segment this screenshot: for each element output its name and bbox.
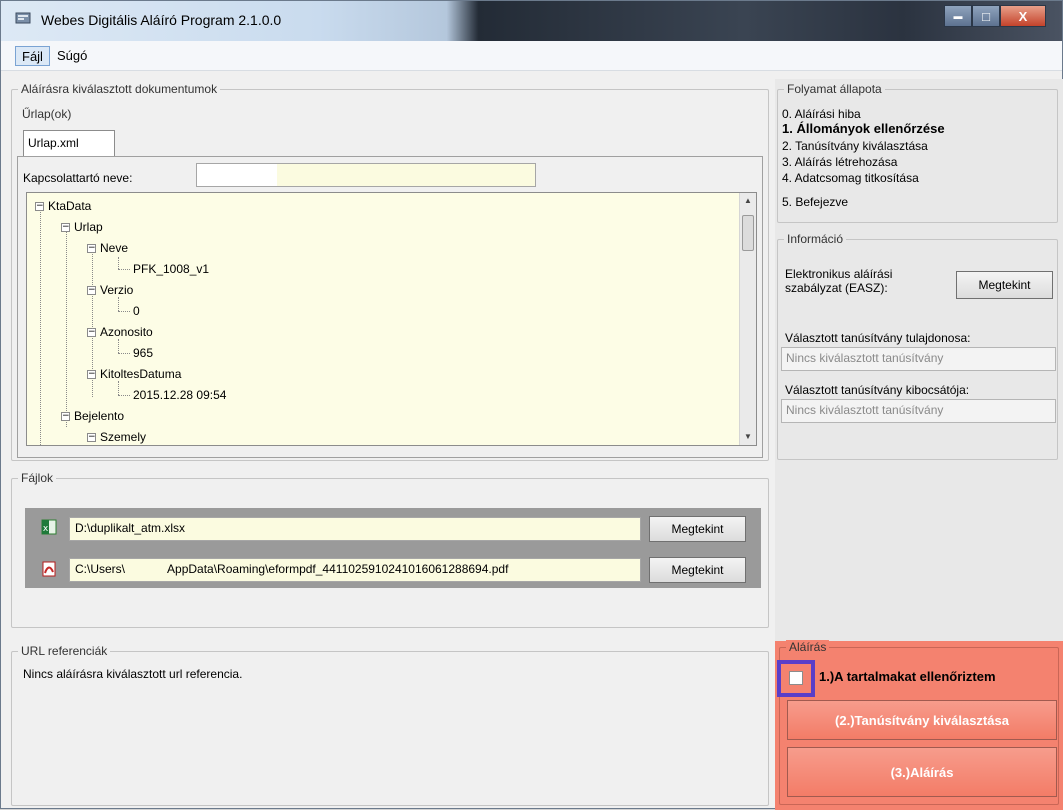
easz-label-line1: Elektronikus aláírási bbox=[785, 267, 893, 281]
excel-icon: x bbox=[41, 519, 57, 535]
file-path-field[interactable]: C:\Users\ AppData\Roaming\eformpdf_441102… bbox=[69, 558, 641, 582]
xml-tree-view[interactable]: − KtaData − Urlap − Neve PFK_1008_v1 − Verzi… bbox=[26, 192, 757, 446]
tree-leaf-verzio-value[interactable]: 0 bbox=[133, 304, 140, 318]
scroll-thumb[interactable] bbox=[742, 215, 754, 251]
sign-button[interactable]: (3.)Aláírás bbox=[787, 747, 1057, 797]
process-status-legend: Folyamat állapota bbox=[784, 82, 885, 96]
signing-legend: Aláírás bbox=[786, 640, 830, 654]
tree-node-ktadata[interactable]: − KtaData bbox=[35, 199, 91, 213]
status-step-0: 0. Aláírási hiba bbox=[782, 107, 861, 121]
tree-guide bbox=[40, 207, 41, 445]
file-path-field[interactable]: D:\duplikalt_atm.xlsx bbox=[69, 517, 641, 541]
tree-node-azonosito[interactable]: − Azonosito bbox=[87, 325, 153, 339]
status-step-3: 3. Aláírás létrehozása bbox=[782, 155, 898, 169]
cert-owner-label: Választott tanúsítvány tulajdonosa: bbox=[785, 331, 971, 345]
menu-bar: Fájl Súgó bbox=[1, 41, 1062, 71]
cert-issuer-field: Nincs kiválasztott tanúsítvány bbox=[781, 399, 1056, 423]
svg-text:x: x bbox=[43, 524, 49, 534]
minimize-button[interactable]: ▬ bbox=[944, 5, 972, 27]
content-verified-label[interactable]: 1.)A tartalmakat ellenőriztem bbox=[819, 669, 996, 684]
tree-leaf-azonosito-value[interactable]: 965 bbox=[133, 346, 153, 360]
tree-guide bbox=[118, 257, 119, 269]
collapse-icon[interactable]: − bbox=[87, 244, 96, 254]
documents-legend: Aláírásra kiválasztott dokumentumok bbox=[18, 82, 221, 96]
tree-guide bbox=[118, 395, 130, 396]
tree-node-kitoltesdatuma[interactable]: − KitoltesDatuma bbox=[87, 367, 181, 381]
collapse-icon[interactable]: − bbox=[87, 286, 96, 296]
tree-guide bbox=[118, 311, 130, 312]
file-path-suffix: AppData\Roaming\eformpdf_441102591024101… bbox=[167, 562, 509, 576]
contact-label: Kapcsolattartó neve: bbox=[23, 171, 133, 185]
scroll-up-icon[interactable]: ▲ bbox=[740, 193, 756, 209]
collapse-icon[interactable]: − bbox=[87, 328, 96, 338]
app-window: Webes Digitális Aláíró Program 2.1.0.0 ▬… bbox=[0, 0, 1063, 810]
collapse-icon[interactable]: − bbox=[87, 433, 96, 443]
easz-view-button[interactable]: Megtekint bbox=[956, 271, 1053, 299]
collapse-icon[interactable]: − bbox=[87, 370, 96, 380]
tab-urlap-xml[interactable]: Urlap.xml bbox=[23, 130, 115, 156]
window-title: Webes Digitális Aláíró Program 2.1.0.0 bbox=[41, 12, 282, 28]
tree-node-bejelento[interactable]: − Bejelento bbox=[61, 409, 124, 423]
tree-leaf-neve-value[interactable]: PFK_1008_v1 bbox=[133, 262, 209, 276]
pdf-icon bbox=[42, 561, 56, 577]
scroll-down-icon[interactable]: ▼ bbox=[740, 429, 756, 445]
tree-guide bbox=[118, 297, 119, 311]
forms-legend: Űrlap(ok) bbox=[19, 107, 75, 121]
tree-leaf-kitoltesdatuma-value[interactable]: 2015.12.28 09:54 bbox=[133, 388, 226, 402]
select-certificate-button[interactable]: (2.)Tanúsítvány kiválasztása bbox=[787, 700, 1057, 740]
close-icon: X bbox=[1018, 8, 1028, 24]
tree-guide bbox=[118, 269, 130, 270]
tree-guide bbox=[118, 381, 119, 395]
cert-owner-field: Nincs kiválasztott tanúsítvány bbox=[781, 347, 1056, 371]
contact-name-field[interactable] bbox=[196, 163, 536, 187]
easz-label-line2: szabályzat (EASZ): bbox=[785, 281, 888, 295]
tree-node-urlap[interactable]: − Urlap bbox=[61, 220, 103, 234]
files-legend: Fájlok bbox=[18, 471, 57, 485]
close-button[interactable]: X bbox=[1000, 5, 1046, 27]
cert-issuer-label: Választott tanúsítvány kibocsátója: bbox=[785, 383, 970, 397]
tree-guide bbox=[66, 227, 67, 427]
view-file-button[interactable]: Megtekint bbox=[649, 557, 746, 583]
file-path-prefix: C:\Users\ bbox=[75, 562, 126, 576]
no-url-message: Nincs aláírásra kiválasztott url referen… bbox=[23, 667, 243, 681]
status-step-2: 2. Tanúsítvány kiválasztása bbox=[782, 139, 928, 153]
tree-scrollbar[interactable]: ▲ ▼ bbox=[739, 193, 756, 445]
status-step-4: 4. Adatcsomag titkosítása bbox=[782, 171, 919, 185]
url-references-legend: URL referenciák bbox=[18, 644, 111, 658]
app-icon bbox=[15, 12, 31, 24]
tree-guide bbox=[118, 339, 119, 353]
content-verified-checkbox[interactable] bbox=[789, 671, 803, 685]
tree-node-szemely[interactable]: − Szemely bbox=[87, 430, 146, 444]
contact-name-value bbox=[197, 164, 277, 186]
menu-help[interactable]: Súgó bbox=[51, 46, 93, 66]
maximize-icon: □ bbox=[982, 8, 990, 24]
title-bar[interactable]: Webes Digitális Aláíró Program 2.1.0.0 ▬… bbox=[1, 1, 1062, 41]
tree-guide bbox=[118, 353, 130, 354]
minimize-icon: ▬ bbox=[953, 11, 963, 21]
menu-file[interactable]: Fájl bbox=[15, 46, 50, 66]
tree-node-neve[interactable]: − Neve bbox=[87, 241, 128, 255]
status-step-5: 5. Befejezve bbox=[782, 195, 849, 209]
collapse-icon[interactable]: − bbox=[61, 412, 70, 422]
status-step-1: 1. Állományok ellenőrzése bbox=[782, 121, 945, 136]
view-file-button[interactable]: Megtekint bbox=[649, 516, 746, 542]
collapse-icon[interactable]: − bbox=[61, 223, 70, 233]
window-controls: ▬ □ X bbox=[944, 5, 1046, 27]
collapse-icon[interactable]: − bbox=[35, 202, 44, 212]
tree-node-verzio[interactable]: − Verzio bbox=[87, 283, 133, 297]
info-legend: Információ bbox=[784, 232, 847, 246]
maximize-button[interactable]: □ bbox=[972, 5, 1000, 27]
